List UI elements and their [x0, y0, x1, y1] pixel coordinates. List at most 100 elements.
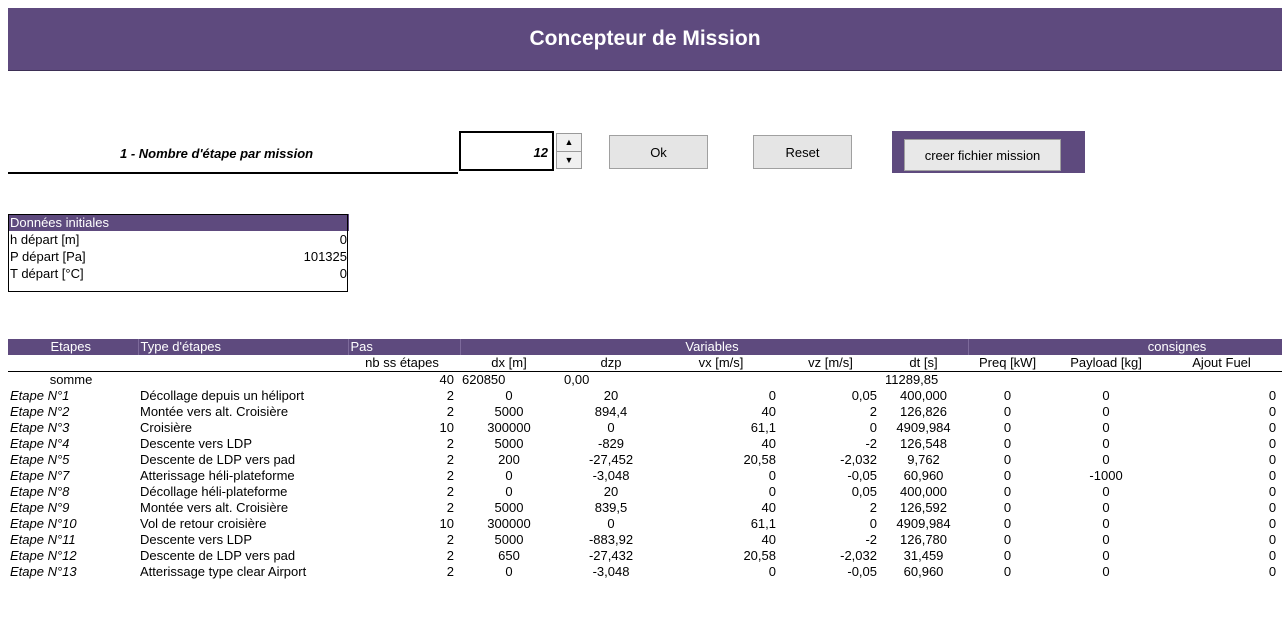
preq-value[interactable]: 0 — [968, 404, 1051, 420]
step-name[interactable]: Etape N°9 — [8, 500, 138, 516]
payload-value[interactable]: 0 — [1051, 420, 1165, 436]
step-name[interactable]: Etape N°4 — [8, 436, 138, 452]
nb-substeps[interactable]: 2 — [348, 548, 460, 564]
nb-substeps[interactable]: 2 — [348, 484, 460, 500]
step-name[interactable]: Etape N°12 — [8, 548, 138, 564]
steps-count-input[interactable]: 12 — [459, 131, 554, 171]
step-name[interactable]: Etape N°13 — [8, 564, 138, 580]
step-name[interactable]: Etape N°7 — [8, 468, 138, 484]
vx-value[interactable]: 61,1 — [664, 420, 782, 436]
nb-substeps[interactable]: 2 — [348, 564, 460, 580]
payload-value[interactable]: 0 — [1051, 452, 1165, 468]
reset-button[interactable]: Reset — [753, 135, 852, 169]
fuel-value[interactable]: 0 — [1165, 516, 1282, 532]
vz-value[interactable]: 2 — [782, 404, 883, 420]
dx-value[interactable]: 5000 — [460, 500, 562, 516]
vz-value[interactable]: 0,05 — [782, 388, 883, 404]
fuel-value[interactable]: 0 — [1165, 468, 1282, 484]
vx-value[interactable]: 40 — [664, 404, 782, 420]
fuel-value[interactable]: 0 — [1165, 436, 1282, 452]
payload-value[interactable]: 0 — [1051, 516, 1165, 532]
step-type[interactable]: Descente de LDP vers pad — [138, 548, 348, 564]
step-name[interactable]: Etape N°5 — [8, 452, 138, 468]
nb-substeps[interactable]: 2 — [348, 388, 460, 404]
preq-value[interactable]: 0 — [968, 388, 1051, 404]
dt-value[interactable]: 60,960 — [883, 564, 968, 580]
nb-substeps[interactable]: 2 — [348, 436, 460, 452]
dt-value[interactable]: 4909,984 — [883, 516, 968, 532]
preq-value[interactable]: 0 — [968, 532, 1051, 548]
vz-value[interactable]: -2 — [782, 436, 883, 452]
payload-value[interactable]: 0 — [1051, 548, 1165, 564]
nb-substeps[interactable]: 2 — [348, 452, 460, 468]
dzp-value[interactable]: -3,048 — [562, 468, 664, 484]
payload-value[interactable]: -1000 — [1051, 468, 1165, 484]
vz-value[interactable]: 0 — [782, 516, 883, 532]
dzp-value[interactable]: 0 — [562, 516, 664, 532]
vz-value[interactable]: -2,032 — [782, 452, 883, 468]
dt-value[interactable]: 126,780 — [883, 532, 968, 548]
dx-value[interactable]: 650 — [460, 548, 562, 564]
step-type[interactable]: Vol de retour croisière — [138, 516, 348, 532]
vz-value[interactable]: -0,05 — [782, 468, 883, 484]
payload-value[interactable]: 0 — [1051, 436, 1165, 452]
dzp-value[interactable]: -3,048 — [562, 564, 664, 580]
step-type[interactable]: Descente de LDP vers pad — [138, 452, 348, 468]
step-type[interactable]: Atterissage héli-plateforme — [138, 468, 348, 484]
step-name[interactable]: Etape N°11 — [8, 532, 138, 548]
preq-value[interactable]: 0 — [968, 452, 1051, 468]
dx-value[interactable]: 0 — [460, 564, 562, 580]
dt-value[interactable]: 31,459 — [883, 548, 968, 564]
dx-value[interactable]: 0 — [460, 484, 562, 500]
create-mission-file-button[interactable]: creer fichier mission — [904, 139, 1061, 171]
initial-data-value[interactable]: 0 — [137, 265, 349, 282]
payload-value[interactable]: 0 — [1051, 404, 1165, 420]
dx-value[interactable]: 5000 — [460, 532, 562, 548]
step-name[interactable]: Etape N°3 — [8, 420, 138, 436]
dzp-value[interactable]: -829 — [562, 436, 664, 452]
step-type[interactable]: Descente vers LDP — [138, 436, 348, 452]
dx-value[interactable]: 5000 — [460, 404, 562, 420]
vz-value[interactable]: 2 — [782, 500, 883, 516]
preq-value[interactable]: 0 — [968, 468, 1051, 484]
preq-value[interactable]: 0 — [968, 484, 1051, 500]
dx-value[interactable]: 0 — [460, 468, 562, 484]
nb-substeps[interactable]: 10 — [348, 516, 460, 532]
payload-value[interactable]: 0 — [1051, 532, 1165, 548]
preq-value[interactable]: 0 — [968, 516, 1051, 532]
steps-spinner[interactable]: ▲ ▼ — [556, 133, 582, 169]
step-name[interactable]: Etape N°10 — [8, 516, 138, 532]
dt-value[interactable]: 126,548 — [883, 436, 968, 452]
dt-value[interactable]: 126,826 — [883, 404, 968, 420]
vx-value[interactable]: 40 — [664, 436, 782, 452]
step-type[interactable]: Décollage depuis un héliport — [138, 388, 348, 404]
preq-value[interactable]: 0 — [968, 548, 1051, 564]
vx-value[interactable]: 40 — [664, 500, 782, 516]
fuel-value[interactable]: 0 — [1165, 564, 1282, 580]
fuel-value[interactable]: 0 — [1165, 404, 1282, 420]
initial-data-value[interactable]: 101325 — [137, 248, 349, 265]
step-type[interactable]: Croisière — [138, 420, 348, 436]
spin-down-icon[interactable]: ▼ — [557, 152, 581, 169]
vx-value[interactable]: 0 — [664, 484, 782, 500]
spin-up-icon[interactable]: ▲ — [557, 134, 581, 152]
dx-value[interactable]: 300000 — [460, 420, 562, 436]
preq-value[interactable]: 0 — [968, 436, 1051, 452]
vx-value[interactable]: 61,1 — [664, 516, 782, 532]
dzp-value[interactable]: 0 — [562, 420, 664, 436]
vx-value[interactable]: 0 — [664, 388, 782, 404]
fuel-value[interactable]: 0 — [1165, 500, 1282, 516]
vx-value[interactable]: 20,58 — [664, 548, 782, 564]
vz-value[interactable]: 0 — [782, 420, 883, 436]
vx-value[interactable]: 20,58 — [664, 452, 782, 468]
nb-substeps[interactable]: 2 — [348, 468, 460, 484]
preq-value[interactable]: 0 — [968, 420, 1051, 436]
dt-value[interactable]: 126,592 — [883, 500, 968, 516]
fuel-value[interactable]: 0 — [1165, 532, 1282, 548]
step-type[interactable]: Montée vers alt. Croisière — [138, 500, 348, 516]
vz-value[interactable]: 0,05 — [782, 484, 883, 500]
ok-button[interactable]: Ok — [609, 135, 708, 169]
dx-value[interactable]: 0 — [460, 388, 562, 404]
fuel-value[interactable]: 0 — [1165, 484, 1282, 500]
fuel-value[interactable]: 0 — [1165, 548, 1282, 564]
